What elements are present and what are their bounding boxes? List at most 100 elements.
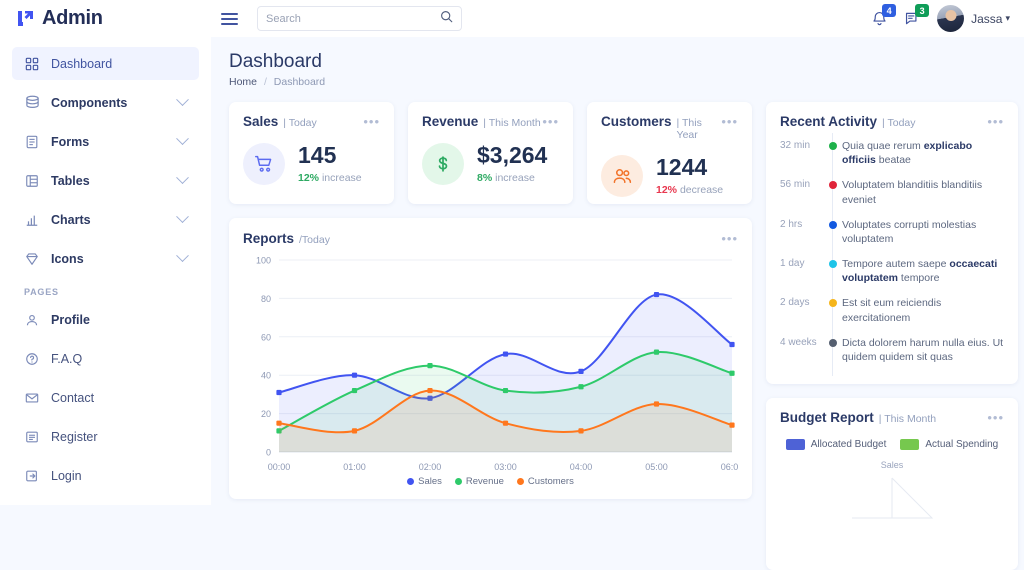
sidebar-item-dashboard[interactable]: Dashboard: [12, 47, 199, 80]
activity-text: Tempore autem saepe occaecati voluptatem…: [842, 258, 998, 285]
svg-text:80: 80: [261, 294, 271, 304]
sidebar-item-contact[interactable]: Contact: [12, 381, 199, 414]
search-input[interactable]: [266, 12, 440, 25]
header-actions: 4 3 Jassa ▾: [871, 4, 1010, 32]
activity-time: 2 hrs: [780, 218, 803, 230]
stat-card-revenue[interactable]: Revenue | This Month ••• $3,264 8% incre…: [408, 102, 573, 204]
stat-value: $3,264: [477, 142, 548, 168]
recent-activity-card: Recent Activity | Today ••• 32 min Quia q…: [766, 102, 1018, 384]
stat-delta-word: decrease: [679, 184, 724, 196]
reports-chart[interactable]: 0 20 40 60 80 100 00:00 01:00 02:00 03:00 04:00 05:…: [243, 252, 743, 482]
stat-card-sales[interactable]: Sales | Today ••• 145 12% increase: [229, 102, 394, 204]
stat-delta: 12% increase: [298, 172, 362, 184]
chevron-down-icon[interactable]: ▾: [1005, 13, 1010, 24]
sidebar-item-forms[interactable]: Forms: [12, 125, 199, 158]
budget-legend-item[interactable]: Actual Spending: [900, 439, 998, 450]
sidebar-item-label: Contact: [51, 390, 95, 405]
chevron-down-icon[interactable]: [176, 171, 189, 185]
budget-legend-item[interactable]: Allocated Budget: [785, 439, 886, 450]
app-header: Admin 4 3 Jas: [0, 0, 1024, 37]
activity-item[interactable]: 4 weeks Dicta dolorem harum nulla eius. U…: [780, 329, 1004, 377]
status-dot-icon: [828, 181, 837, 190]
svg-text:05:00: 05:00: [645, 462, 668, 472]
chevron-down-icon[interactable]: [176, 132, 189, 146]
sidebar-item-register[interactable]: Register: [12, 420, 199, 453]
stat-title: Revenue: [422, 114, 479, 129]
brand-name: Admin: [42, 7, 103, 29]
hamburger-icon[interactable]: [218, 10, 241, 28]
activity-text: Quia quae rerum explicabo officiis beata…: [842, 140, 973, 167]
more-icon[interactable]: •••: [542, 115, 559, 128]
main-content: Dashboard Home / Dashboard Sales | Today…: [211, 37, 1024, 570]
activity-time: 2 days: [780, 297, 810, 309]
sidebar-item-label: Components: [51, 95, 128, 110]
stat-delta-value: 8%: [477, 172, 493, 184]
envelope-icon: [24, 390, 40, 406]
activity-item[interactable]: 56 min Voluptatem blanditiis blanditiis e…: [780, 172, 1004, 220]
stat-period: | This Month: [483, 117, 541, 129]
activity-item[interactable]: 32 min Quia quae rerum explicabo officiis…: [780, 132, 1004, 180]
messages-button[interactable]: 3: [904, 4, 930, 27]
budget-title: Budget Report: [780, 410, 874, 425]
activity-item[interactable]: 2 hrs Voluptates corrupti molestias volup…: [780, 211, 1004, 259]
sidebar-item-label: Register: [51, 429, 98, 444]
question-circle-icon: [24, 351, 40, 367]
search-box[interactable]: [257, 6, 462, 31]
sidebar-item-components[interactable]: Components: [12, 86, 199, 119]
user-menu[interactable]: Jassa ▾: [937, 5, 1010, 32]
sidebar-item-tables[interactable]: Tables: [12, 164, 199, 197]
sidebar-item-error-404[interactable]: Error 404: [12, 498, 199, 505]
stat-delta-word: increase: [495, 172, 535, 184]
notification-badge: 4: [882, 4, 897, 17]
svg-text:40: 40: [261, 371, 271, 381]
svg-text:06:00: 06:00: [721, 462, 738, 472]
activity-rail: [826, 172, 842, 220]
activity-text: Voluptatem blanditiis blanditiis eveniet: [842, 179, 983, 206]
svg-text:02:00: 02:00: [419, 462, 442, 472]
logo-mark-icon: [16, 9, 36, 29]
stat-delta-word: increase: [321, 172, 362, 184]
status-dot-icon: [828, 338, 837, 347]
budget-radar-chart[interactable]: Sales: [780, 456, 1004, 526]
status-dot-icon: [828, 220, 837, 229]
sidebar-item-icons[interactable]: Icons: [12, 242, 199, 275]
activity-text: Voluptates corrupti molestias voluptatem: [842, 218, 977, 245]
more-icon[interactable]: •••: [987, 115, 1004, 128]
stat-value: 145: [298, 142, 337, 168]
stat-delta-value: 12%: [298, 172, 320, 184]
reports-period: /Today: [299, 234, 330, 246]
chevron-down-icon[interactable]: [176, 210, 189, 224]
stat-cards: Sales | Today ••• 145 12% increase Reven…: [229, 102, 752, 204]
stat-period: | This Year: [676, 117, 702, 141]
sidebar-item-label: Forms: [51, 134, 90, 149]
more-icon[interactable]: •••: [987, 411, 1004, 424]
budget-legend: Allocated Budget Actual Spending: [780, 439, 1004, 450]
sidebar-item-profile[interactable]: Profile: [12, 303, 199, 336]
more-icon[interactable]: •••: [721, 232, 738, 245]
sidebar: Dashboard Components Forms Tables Charts…: [0, 37, 211, 505]
activity-rail: [826, 290, 842, 338]
more-icon[interactable]: •••: [721, 115, 738, 128]
notifications-button[interactable]: 4: [871, 4, 897, 27]
activity-item[interactable]: 2 days Est sit eum reiciendis exercitatio…: [780, 290, 1004, 338]
table-icon: [24, 173, 40, 189]
stat-card-customers[interactable]: Customers | This Year ••• 1244 12% decre…: [587, 102, 752, 204]
stat-delta: 12% decrease: [656, 184, 723, 196]
budget-period: | This Month: [878, 413, 937, 425]
reports-title: Reports: [243, 231, 295, 246]
activity-time: 32 min: [780, 140, 811, 151]
sidebar-item-login[interactable]: Login: [12, 459, 199, 492]
stat-delta: 8% increase: [477, 172, 547, 184]
sidebar-item-faq[interactable]: F.A.Q: [12, 342, 199, 375]
breadcrumb-home[interactable]: Home: [229, 76, 257, 88]
search-icon[interactable]: [440, 10, 453, 28]
svg-text:04:00: 04:00: [570, 462, 593, 472]
brand-logo[interactable]: Admin: [16, 7, 206, 30]
sidebar-item-charts[interactable]: Charts: [12, 203, 199, 236]
activity-item[interactable]: 1 day Tempore autem saepe occaecati volup…: [780, 250, 1004, 298]
chevron-down-icon[interactable]: [176, 249, 189, 263]
more-icon[interactable]: •••: [363, 115, 380, 128]
register-icon: [24, 429, 40, 445]
chevron-down-icon[interactable]: [176, 93, 189, 107]
breadcrumb-current: Dashboard: [273, 76, 326, 88]
